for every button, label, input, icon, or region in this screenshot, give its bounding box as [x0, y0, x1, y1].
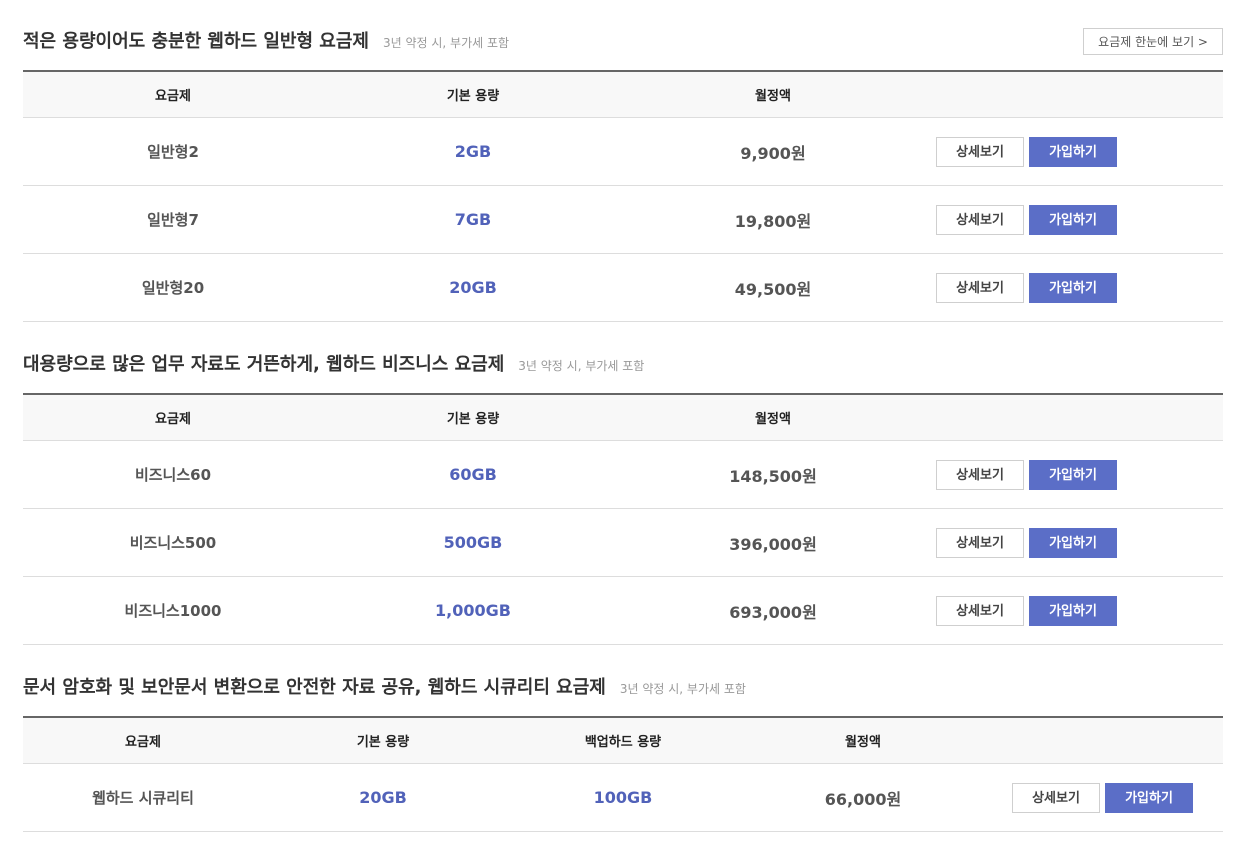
- detail-button[interactable]: 상세보기: [936, 527, 1024, 558]
- business-plan-table: 요금제 기본 용량 월정액 비즈니스60 60GB 148,500원 상세보기 가…: [23, 393, 1223, 645]
- detail-button[interactable]: 상세보기: [1012, 782, 1100, 813]
- row-actions: 상세보기 가입하기: [923, 185, 1223, 254]
- table-header-row: 요금제 기본 용량 월정액: [23, 394, 1223, 441]
- plan-name: 일반형2: [23, 117, 323, 186]
- section-title: 대용량으로 많은 업무 자료도 거뜬하게, 웹하드 비즈니스 요금제 3년 약정 …: [23, 353, 644, 378]
- row-actions: 상세보기 가입하기: [923, 117, 1223, 186]
- row-actions: 상세보기 가입하기: [983, 763, 1223, 832]
- detail-button[interactable]: 상세보기: [936, 595, 1024, 626]
- section-note: 3년 약정 시, 부가세 포함: [382, 36, 510, 50]
- table-row: 비즈니스1000 1,000GB 693,000원 상세보기 가입하기: [23, 576, 1223, 645]
- section-business-plans: 대용량으로 많은 업무 자료도 거뜬하게, 웹하드 비즈니스 요금제 3년 약정 …: [23, 353, 1223, 645]
- section-header: 문서 암호화 및 보안문서 변환으로 안전한 자료 공유, 웹하드 시큐리티 요…: [23, 676, 1223, 716]
- column-header-plan: 요금제: [23, 71, 323, 118]
- section-security-plans: 문서 암호화 및 보안문서 변환으로 안전한 자료 공유, 웹하드 시큐리티 요…: [23, 676, 1223, 832]
- row-actions: 상세보기 가입하기: [923, 576, 1223, 645]
- security-plan-table: 요금제 기본 용량 백업하드 용량 월정액 웹하드 시큐리티 20GB 100G…: [23, 716, 1223, 832]
- plan-capacity: 7GB: [323, 185, 623, 254]
- column-header-price: 월정액: [743, 717, 983, 764]
- join-button[interactable]: 가입하기: [1105, 782, 1193, 813]
- detail-button[interactable]: 상세보기: [936, 136, 1024, 167]
- section-header: 대용량으로 많은 업무 자료도 거뜬하게, 웹하드 비즈니스 요금제 3년 약정 …: [23, 353, 1223, 393]
- plan-name: 일반형7: [23, 185, 323, 254]
- join-button[interactable]: 가입하기: [1029, 204, 1117, 235]
- section-title-text: 적은 용량이어도 충분한 웹하드 일반형 요금제: [23, 31, 369, 52]
- plan-capacity: 500GB: [323, 508, 623, 577]
- column-header-plan: 요금제: [23, 717, 263, 764]
- detail-button[interactable]: 상세보기: [936, 459, 1024, 490]
- plan-name: 비즈니스1000: [23, 576, 323, 645]
- table-header-row: 요금제 기본 용량 백업하드 용량 월정액: [23, 717, 1223, 764]
- row-actions: 상세보기 가입하기: [923, 253, 1223, 322]
- column-header-price: 월정액: [623, 394, 923, 441]
- row-actions: 상세보기 가입하기: [923, 440, 1223, 509]
- plan-capacity: 60GB: [323, 440, 623, 509]
- section-title-text: 대용량으로 많은 업무 자료도 거뜬하게, 웹하드 비즈니스 요금제: [23, 354, 505, 375]
- join-button[interactable]: 가입하기: [1029, 459, 1117, 490]
- column-header-backup: 백업하드 용량: [503, 717, 743, 764]
- section-title: 적은 용량이어도 충분한 웹하드 일반형 요금제 3년 약정 시, 부가세 포함: [23, 30, 509, 55]
- join-button[interactable]: 가입하기: [1029, 595, 1117, 626]
- column-header-capacity: 기본 용량: [263, 717, 503, 764]
- plan-price: 693,000원: [623, 576, 923, 645]
- detail-button[interactable]: 상세보기: [936, 272, 1024, 303]
- row-actions: 상세보기 가입하기: [923, 508, 1223, 577]
- plan-backup-capacity: 100GB: [503, 763, 743, 832]
- join-button[interactable]: 가입하기: [1029, 272, 1117, 303]
- plan-price: 19,800원: [623, 185, 923, 254]
- table-row: 웹하드 시큐리티 20GB 100GB 66,000원 상세보기 가입하기: [23, 763, 1223, 832]
- basic-plan-table: 요금제 기본 용량 월정액 일반형2 2GB 9,900원 상세보기 가입하기 일…: [23, 70, 1223, 322]
- table-row: 일반형20 20GB 49,500원 상세보기 가입하기: [23, 253, 1223, 322]
- section-title: 문서 암호화 및 보안문서 변환으로 안전한 자료 공유, 웹하드 시큐리티 요…: [23, 676, 746, 701]
- plan-name: 일반형20: [23, 253, 323, 322]
- table-header-row: 요금제 기본 용량 월정액: [23, 71, 1223, 118]
- column-header-plan: 요금제: [23, 394, 323, 441]
- column-header-price: 월정액: [623, 71, 923, 118]
- plan-capacity: 20GB: [263, 763, 503, 832]
- column-header-capacity: 기본 용량: [323, 394, 623, 441]
- plan-overview-button[interactable]: 요금제 한눈에 보기 >: [1083, 28, 1223, 55]
- column-header-actions: [923, 394, 1223, 441]
- join-button[interactable]: 가입하기: [1029, 136, 1117, 167]
- plan-price: 396,000원: [623, 508, 923, 577]
- table-row: 비즈니스500 500GB 396,000원 상세보기 가입하기: [23, 508, 1223, 577]
- section-header: 적은 용량이어도 충분한 웹하드 일반형 요금제 3년 약정 시, 부가세 포함 …: [23, 28, 1223, 70]
- plan-capacity: 20GB: [323, 253, 623, 322]
- detail-button[interactable]: 상세보기: [936, 204, 1024, 235]
- plan-price: 49,500원: [623, 253, 923, 322]
- section-note: 3년 약정 시, 부가세 포함: [518, 359, 645, 373]
- table-row: 일반형2 2GB 9,900원 상세보기 가입하기: [23, 117, 1223, 186]
- table-row: 비즈니스60 60GB 148,500원 상세보기 가입하기: [23, 440, 1223, 509]
- plan-price: 66,000원: [743, 763, 983, 832]
- plan-price: 148,500원: [623, 440, 923, 509]
- column-header-actions: [923, 71, 1223, 118]
- section-note: 3년 약정 시, 부가세 포함: [619, 682, 746, 696]
- plan-name: 비즈니스60: [23, 440, 323, 509]
- column-header-capacity: 기본 용량: [323, 71, 623, 118]
- plan-capacity: 2GB: [323, 117, 623, 186]
- plan-name: 비즈니스500: [23, 508, 323, 577]
- section-title-text: 문서 암호화 및 보안문서 변환으로 안전한 자료 공유, 웹하드 시큐리티 요…: [23, 677, 606, 698]
- section-basic-plans: 적은 용량이어도 충분한 웹하드 일반형 요금제 3년 약정 시, 부가세 포함 …: [23, 28, 1223, 322]
- plan-capacity: 1,000GB: [323, 576, 623, 645]
- column-header-actions: [983, 717, 1223, 764]
- join-button[interactable]: 가입하기: [1029, 527, 1117, 558]
- pricing-page: 적은 용량이어도 충분한 웹하드 일반형 요금제 3년 약정 시, 부가세 포함 …: [0, 0, 1257, 859]
- plan-name: 웹하드 시큐리티: [23, 763, 263, 832]
- table-row: 일반형7 7GB 19,800원 상세보기 가입하기: [23, 185, 1223, 254]
- plan-price: 9,900원: [623, 117, 923, 186]
